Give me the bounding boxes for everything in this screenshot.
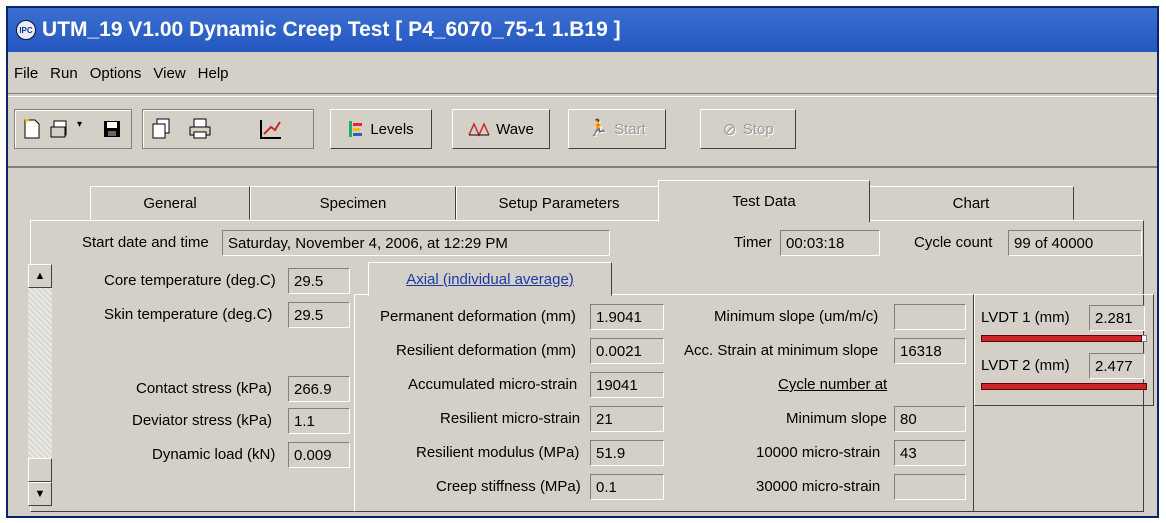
resilient-deformation-field: 0.0021 (590, 338, 664, 364)
deviator-stress-field: 1.1 (288, 408, 350, 434)
acc-strain-min-slope-label: Acc. Strain at minimum slope (684, 342, 879, 359)
menu-file[interactable]: File (14, 65, 38, 82)
tab-control: General Specimen Setup Parameters Test D… (16, 178, 1154, 512)
lvdt2-gauge (981, 383, 1147, 390)
cycle-min-slope-label: Minimum slope (786, 410, 887, 427)
cycle-count-field: 99 of 40000 (1008, 230, 1142, 256)
core-temp-field: 29.5 (288, 268, 350, 294)
dropdown-arrow-icon[interactable]: ▾ (77, 120, 82, 130)
accumulated-microstrain-label: Accumulated micro-strain (408, 376, 578, 393)
minimum-slope-field (894, 304, 966, 330)
skin-temp-field: 29.5 (288, 302, 350, 328)
cycle-number-at-heading: Cycle number at (778, 376, 888, 393)
tab-test-data-label: Test Data (732, 193, 796, 210)
start-button[interactable]: 🏃 Start (568, 109, 666, 149)
menu-help[interactable]: Help (198, 65, 229, 82)
resilient-modulus-field: 51.9 (590, 440, 664, 466)
title-bar: IPC UTM_19 V1.00 Dynamic Creep Test [ P4… (8, 8, 1157, 52)
wave-button[interactable]: Wave (452, 109, 550, 149)
cycle-count-label: Cycle count (914, 234, 993, 251)
dynamic-load-field: 0.009 (288, 442, 350, 468)
resilient-microstrain-field: 21 (590, 406, 664, 432)
stop-label: Stop (742, 120, 774, 138)
tab-axial-average[interactable]: Axial (individual average) (368, 262, 612, 296)
skin-temp-label: Skin temperature (deg.C) (104, 306, 273, 323)
toolbar: ▾ Levels Wave 🏃 Start ⊘ Stop (8, 96, 1157, 168)
contact-stress-label: Contact stress (kPa) (136, 380, 272, 397)
tab-test-data[interactable]: Test Data (658, 180, 870, 222)
creep-stiffness-label: Creep stiffness (MPa) (436, 478, 581, 495)
timer-label: Timer (734, 234, 772, 251)
cycle-30000-label: 30000 micro-strain (756, 478, 881, 495)
print-icon[interactable] (189, 118, 211, 140)
tab-specimen-label: Specimen (319, 194, 387, 212)
new-file-icon[interactable] (21, 118, 43, 140)
tab-chart[interactable]: Chart (868, 186, 1074, 220)
lvdt1-gauge (981, 335, 1147, 342)
creep-stiffness-field: 0.1 (590, 474, 664, 500)
cycle-min-slope-field: 80 (894, 406, 966, 432)
levels-icon (348, 120, 364, 138)
stop-button[interactable]: ⊘ Stop (700, 109, 796, 149)
tab-specimen[interactable]: Specimen (250, 186, 456, 220)
cycle-10000-label: 10000 micro-strain (756, 444, 881, 461)
permanent-deformation-label: Permanent deformation (mm) (380, 308, 576, 325)
resilient-microstrain-label: Resilient micro-strain (440, 410, 581, 427)
file-button-group: ▾ (14, 109, 132, 149)
scroll-down-button[interactable]: ▼ (28, 482, 52, 506)
lvdt1-label: LVDT 1 (mm) (981, 309, 1070, 326)
stop-icon: ⊘ (722, 119, 737, 139)
lvdt1-bar (981, 335, 1142, 342)
app-window: IPC UTM_19 V1.00 Dynamic Creep Test [ P4… (6, 6, 1159, 518)
start-date-field: Saturday, November 4, 2006, at 12:29 PM (222, 230, 610, 256)
levels-label: Levels (370, 120, 414, 138)
wave-label: Wave (496, 120, 534, 138)
dynamic-load-label: Dynamic load (kN) (152, 446, 276, 463)
copy-icon[interactable] (151, 118, 173, 140)
acc-strain-min-slope-field: 16318 (894, 338, 966, 364)
tab-setup-parameters[interactable]: Setup Parameters (456, 186, 662, 220)
timer-field: 00:03:18 (780, 230, 880, 256)
scroll-thumb[interactable] (28, 458, 52, 482)
menu-options[interactable]: Options (90, 65, 142, 82)
resilient-deformation-label: Resilient deformation (mm) (396, 342, 577, 359)
contact-stress-field: 266.9 (288, 376, 350, 402)
app-icon: IPC (16, 20, 36, 40)
levels-button[interactable]: Levels (330, 109, 432, 149)
lvdt2-field: 2.477 (1089, 353, 1145, 379)
permanent-deformation-field: 1.9041 (590, 304, 664, 330)
start-label: Start (614, 120, 646, 138)
menu-run[interactable]: Run (50, 65, 78, 82)
wave-icon (468, 121, 490, 137)
save-icon[interactable] (101, 118, 123, 140)
arrow-down-icon: ▼ (34, 488, 46, 500)
start-date-label: Start date and time (82, 234, 209, 251)
print-button-group (142, 109, 314, 149)
open-file-icon[interactable] (49, 118, 73, 140)
window-title: UTM_19 V1.00 Dynamic Creep Test [ P4_607… (42, 18, 621, 41)
scroll-up-button[interactable]: ▲ (28, 264, 52, 288)
lvdt2-label: LVDT 2 (mm) (981, 357, 1070, 374)
arrow-up-icon: ▲ (34, 270, 46, 282)
cycle-30000-field (894, 474, 966, 500)
vertical-scrollbar[interactable]: ▲ ▼ (28, 264, 52, 506)
lvdt-panel: LVDT 1 (mm) 2.281 LVDT 2 (mm) 2.477 (974, 294, 1154, 406)
menu-bar: File Run Options View Help (8, 54, 1157, 94)
minimum-slope-label: Minimum slope (um/m/c) (714, 308, 879, 325)
lvdt1-field: 2.281 (1089, 305, 1145, 331)
tab-setup-label: Setup Parameters (498, 194, 620, 212)
cycle-10000-field: 43 (894, 440, 966, 466)
export-chart-icon[interactable] (259, 118, 283, 140)
lvdt2-bar (981, 383, 1147, 390)
core-temp-label: Core temperature (deg.C) (104, 272, 276, 289)
menu-view[interactable]: View (153, 65, 185, 82)
running-man-icon: 🏃 (588, 120, 609, 137)
deviator-stress-label: Deviator stress (kPa) (132, 412, 273, 429)
tab-general[interactable]: General (90, 186, 250, 220)
tab-chart-label: Chart (952, 194, 990, 212)
axial-tab-label: Axial (individual average) (406, 270, 574, 288)
accumulated-microstrain-field: 19041 (590, 372, 664, 398)
tab-general-label: General (143, 194, 197, 212)
resilient-modulus-label: Resilient modulus (MPa) (416, 444, 580, 461)
